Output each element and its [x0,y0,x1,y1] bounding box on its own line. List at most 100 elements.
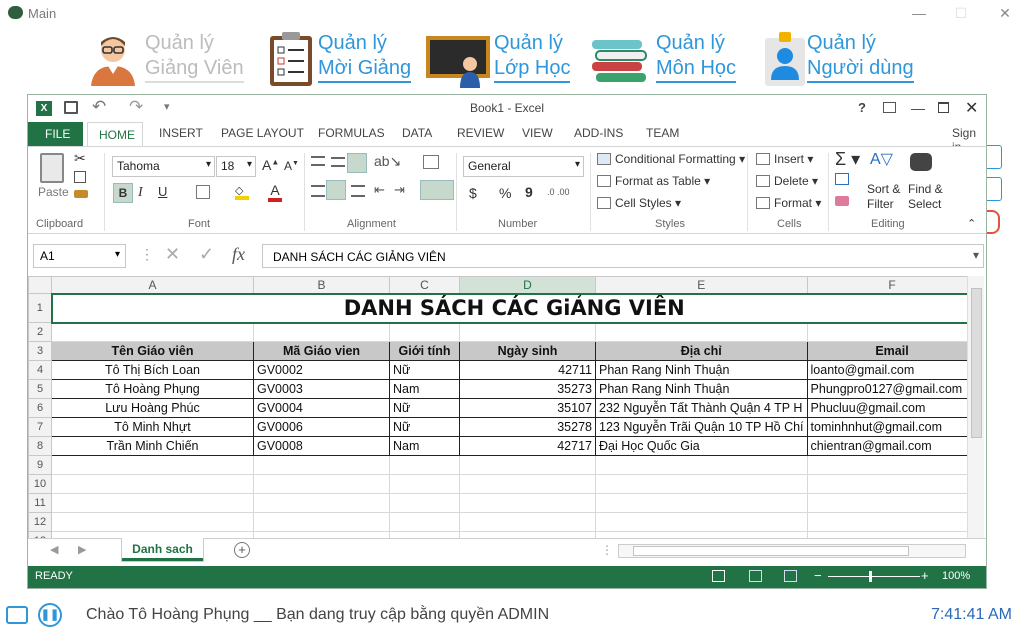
data-cell[interactable]: tominhnhut@gmail.com [806,417,978,437]
empty-cell[interactable] [459,512,596,532]
borders-icon[interactable] [196,185,210,199]
data-cell[interactable]: 42711 [459,360,596,380]
tab-add-ins[interactable]: ADD-INS [574,126,623,140]
sort-filter-button[interactable]: Sort & Filter [867,182,900,212]
menu-item-giang-vien[interactable]: Quản lý Giảng Viên [85,26,255,88]
conditional-formatting-button[interactable]: Conditional Formatting ▾ [615,152,745,166]
tab-page-layout[interactable]: PAGE LAYOUT [221,126,304,140]
row-header[interactable]: 11 [28,493,52,513]
formula-input[interactable]: DANH SÁCH CÁC GIẢNG VIÊN ▾ [262,244,984,268]
empty-cell[interactable] [595,474,808,494]
empty-cell[interactable] [51,474,254,494]
column-title-cell[interactable]: Email [806,341,978,361]
horizontal-scrollbar[interactable] [618,544,966,558]
name-box[interactable]: A1 ▾ [33,244,126,268]
data-cell[interactable]: 232 Nguyễn Tất Thành Quận 4 TP H [595,398,808,418]
row-header[interactable]: 5 [28,379,52,399]
wrap-text-icon[interactable] [423,155,439,169]
data-cell[interactable]: Phucluu@gmail.com [806,398,978,418]
fill-color-icon[interactable]: ◇ [235,184,249,200]
empty-cell[interactable] [595,455,808,475]
close-button[interactable]: ✕ [990,2,1020,24]
cell-styles-button[interactable]: Cell Styles ▾ [615,196,681,210]
tab-file[interactable]: FILE [28,122,83,146]
percent-button[interactable]: % [499,185,511,201]
minimize-button[interactable]: — [904,2,934,24]
align-top-icon[interactable] [311,156,325,166]
data-cell[interactable]: chientran@gmail.com [806,436,978,456]
empty-cell[interactable] [253,455,390,475]
empty-cell[interactable] [806,322,978,342]
column-title-cell[interactable]: Tên Giáo viên [51,341,254,361]
row-header[interactable]: 6 [28,398,52,418]
empty-cell[interactable] [459,455,596,475]
format-as-table-icon[interactable] [597,175,611,187]
empty-cell[interactable] [806,455,978,475]
zoom-slider-thumb[interactable] [869,571,872,582]
empty-cell[interactable] [595,493,808,513]
ribbon-display-icon[interactable] [883,102,896,113]
delete-cells-button[interactable]: Delete ▾ [774,174,818,188]
sheet-title-cell[interactable]: DANH SÁCH CÁC GiẢNG VIÊN [50,292,979,324]
zoom-level[interactable]: 100% [942,570,970,582]
maximize-button[interactable]: ☐ [946,2,976,24]
excel-minimize-button[interactable]: — [911,100,925,116]
data-cell[interactable]: Phan Rang Ninh Thuận [595,379,808,399]
sort-filter-icon[interactable]: A▽ [870,149,893,169]
bold-button[interactable]: B [113,183,133,203]
empty-cell[interactable] [459,493,596,513]
empty-cell[interactable] [389,455,460,475]
data-cell[interactable]: GV0006 [253,417,390,437]
data-cell[interactable]: Nam [389,379,460,399]
insert-cells-icon[interactable] [756,153,770,165]
empty-cell[interactable] [389,493,460,513]
row-header[interactable]: 4 [28,360,52,380]
data-cell[interactable]: Nữ [389,360,460,380]
align-middle-icon[interactable] [331,157,345,167]
collapse-ribbon-icon[interactable]: ⌃ [967,217,976,230]
empty-cell[interactable] [595,512,808,532]
data-cell[interactable]: GV0008 [253,436,390,456]
empty-cell[interactable] [806,512,978,532]
empty-cell[interactable] [253,322,390,342]
column-title-cell[interactable]: Giới tính [389,341,460,361]
page-layout-view-icon[interactable] [749,570,762,582]
number-format-select[interactable]: General ▾ [463,156,584,177]
empty-cell[interactable] [595,322,808,342]
menu-item-mon-hoc[interactable]: Quản lý Môn Học [590,26,750,88]
data-cell[interactable]: Tô Thị Bích Loan [51,360,254,380]
row-header[interactable]: 8 [28,436,52,456]
splitter-icon[interactable]: ⋮ [601,543,613,557]
data-cell[interactable]: Nam [389,436,460,456]
insert-cells-button[interactable]: Insert ▾ [774,152,813,166]
empty-cell[interactable] [389,474,460,494]
cell-styles-icon[interactable] [597,197,611,209]
data-cell[interactable]: 123 Nguyễn Trãi Quận 10 TP Hồ Chí [595,417,808,437]
data-cell[interactable]: GV0004 [253,398,390,418]
column-title-cell[interactable]: Ngày sinh [459,341,596,361]
delete-cells-icon[interactable] [756,175,770,187]
add-sheet-button[interactable]: + [234,542,250,558]
orientation-icon[interactable]: ab↘ [374,153,401,170]
zoom-slider[interactable] [828,576,920,577]
font-size-select[interactable]: 18 ▾ [216,156,256,177]
column-header[interactable]: C [389,276,460,294]
empty-cell[interactable] [253,493,390,513]
row-header[interactable]: 12 [28,512,52,532]
data-cell[interactable]: Nữ [389,398,460,418]
empty-cell[interactable] [389,322,460,342]
column-header[interactable]: F [806,276,978,294]
empty-cell[interactable] [459,322,596,342]
empty-cell[interactable] [51,455,254,475]
row-header[interactable]: 1 [28,293,52,323]
format-cells-icon[interactable] [756,197,770,209]
enter-formula-icon[interactable]: ✓ [199,244,214,265]
tab-insert[interactable]: INSERT [159,126,203,140]
data-cell[interactable]: 35273 [459,379,596,399]
tab-home[interactable]: HOME [87,122,143,147]
data-cell[interactable]: 42717 [459,436,596,456]
data-cell[interactable]: 35278 [459,417,596,437]
empty-cell[interactable] [253,474,390,494]
clear-icon[interactable] [835,196,849,206]
find-select-button[interactable]: Find & Select [908,182,943,212]
